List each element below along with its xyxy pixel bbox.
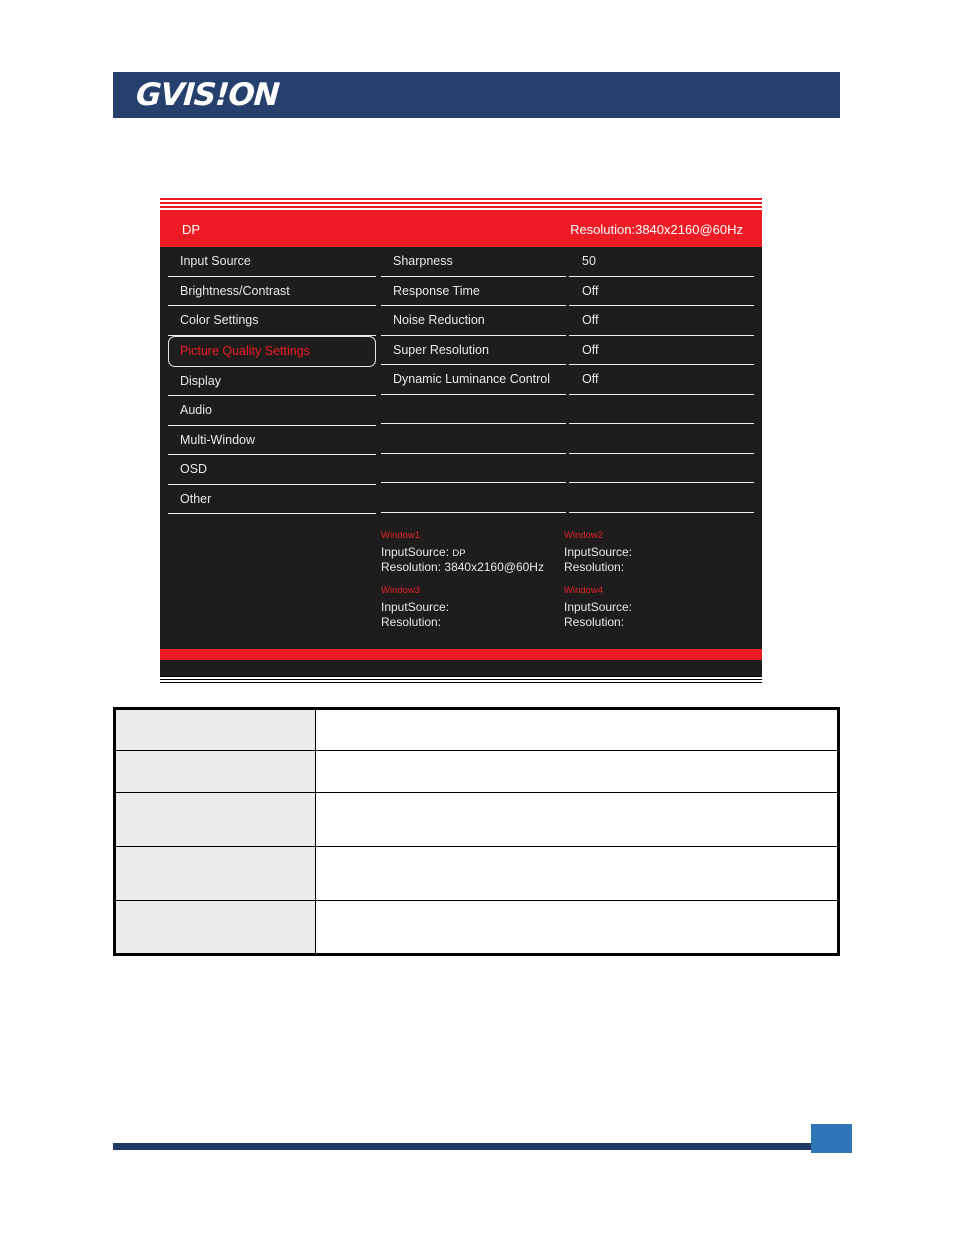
osd-bottom-stripes (160, 676, 762, 684)
sidebar-item-osd[interactable]: OSD (168, 455, 376, 485)
window-input-source-label: InputSource: (564, 544, 633, 559)
sidebar-item-brightness-contrast[interactable]: Brightness/Contrast (168, 277, 376, 306)
footer-rule (113, 1143, 811, 1150)
table-cell-value (315, 846, 839, 901)
window-input-source-label: InputSource: (564, 599, 633, 614)
window-status-4: Window4 InputSource: Resolution: (564, 585, 747, 630)
osd-values-column: 50 Off Off Off Off (569, 247, 754, 513)
setting-item-empty (381, 395, 566, 424)
window-resolution-label: Resolution: (381, 559, 442, 574)
window-input-source-label: InputSource: (381, 599, 450, 614)
window-input-source-value: DP (452, 547, 466, 559)
table-cell-key (114, 708, 316, 751)
setting-value-empty (569, 454, 754, 483)
window-resolution-line: Resolution: (381, 615, 564, 630)
footer-page-number-box (811, 1124, 852, 1153)
sidebar-item-display[interactable]: Display (168, 367, 376, 396)
osd-input-source-value: DP (182, 222, 201, 237)
sidebar-item-multi-window[interactable]: Multi-Window (168, 426, 376, 455)
window-resolution-line: Resolution: (564, 560, 747, 575)
window-input-source-line: InputSource: (564, 545, 747, 560)
setting-item-empty (381, 454, 566, 483)
table-cell-value (315, 708, 839, 751)
setting-value-response-time[interactable]: Off (569, 277, 754, 306)
osd-menu-column: Input Source Brightness/Contrast Color S… (168, 247, 376, 514)
window-status-title: Window4 (564, 584, 604, 596)
sidebar-item-picture-quality-settings[interactable]: Picture Quality Settings (168, 335, 376, 367)
osd-titlebar: DP Resolution:3840x2160@60Hz (160, 212, 762, 247)
description-table (113, 707, 840, 956)
table-row (114, 846, 839, 901)
table-cell-key (114, 750, 316, 793)
window-input-source-line: InputSource: (564, 600, 747, 615)
window-resolution-value: 3840x2160@60Hz (444, 559, 544, 574)
osd-window-status-block: Window1 InputSource: DP Resolution: 3840… (381, 530, 761, 630)
setting-item-empty (381, 424, 566, 454)
osd-bottom-red-bar (160, 649, 762, 660)
osd-top-stripes (160, 198, 762, 212)
window-status-title: Window3 (381, 584, 421, 596)
setting-value-super-resolution[interactable]: Off (569, 336, 754, 365)
window-status-1: Window1 InputSource: DP Resolution: 3840… (381, 530, 564, 575)
setting-item-empty (381, 483, 566, 513)
setting-value-empty (569, 424, 754, 454)
window-status-title: Window1 (381, 530, 421, 541)
sidebar-item-audio[interactable]: Audio (168, 396, 376, 426)
table-cell-value (315, 792, 839, 847)
setting-item-sharpness[interactable]: Sharpness (381, 247, 566, 277)
table-cell-value (315, 750, 839, 793)
osd-settings-column: Sharpness Response Time Noise Reduction … (381, 247, 566, 513)
setting-item-dynamic-luminance-control[interactable]: Dynamic Luminance Control (381, 365, 566, 395)
table-cell-key (114, 792, 316, 847)
table-row (114, 900, 839, 955)
setting-value-noise-reduction[interactable]: Off (569, 306, 754, 336)
window-input-source-line: InputSource: DP (381, 545, 564, 560)
table-cell-key (114, 900, 316, 955)
sidebar-item-other[interactable]: Other (168, 485, 376, 514)
setting-item-super-resolution[interactable]: Super Resolution (381, 336, 566, 365)
setting-value-sharpness[interactable]: 50 (569, 247, 754, 277)
window-resolution-line: Resolution: 3840x2160@60Hz (381, 560, 564, 575)
table-row (114, 792, 839, 847)
osd-resolution-readout: Resolution:3840x2160@60Hz (570, 222, 743, 237)
setting-value-empty (569, 395, 754, 424)
sidebar-item-color-settings[interactable]: Color Settings (168, 306, 376, 336)
gvision-logo: GVIS!ON (134, 76, 281, 113)
table-cell-value (315, 900, 839, 955)
sidebar-item-input-source[interactable]: Input Source (168, 247, 376, 277)
setting-item-noise-reduction[interactable]: Noise Reduction (381, 306, 566, 336)
osd-menu-panel: DP Resolution:3840x2160@60Hz Input Sourc… (160, 198, 762, 684)
window-status-2: Window2 InputSource: Resolution: (564, 530, 747, 575)
table-row (114, 708, 839, 751)
window-status-title: Window2 (564, 530, 604, 541)
table-cell-key (114, 846, 316, 901)
page-header-band: GVIS!ON (113, 72, 840, 118)
window-resolution-label: Resolution: (381, 614, 442, 629)
window-resolution-label: Resolution: (564, 559, 625, 574)
setting-value-empty (569, 483, 754, 513)
setting-item-response-time[interactable]: Response Time (381, 277, 566, 306)
window-resolution-line: Resolution: (564, 615, 747, 630)
window-input-source-label: InputSource: (381, 544, 450, 559)
table-row (114, 750, 839, 793)
window-resolution-label: Resolution: (564, 614, 625, 629)
window-status-3: Window3 InputSource: Resolution: (381, 585, 564, 630)
setting-value-dynamic-luminance-control[interactable]: Off (569, 365, 754, 395)
window-input-source-line: InputSource: (381, 600, 564, 615)
